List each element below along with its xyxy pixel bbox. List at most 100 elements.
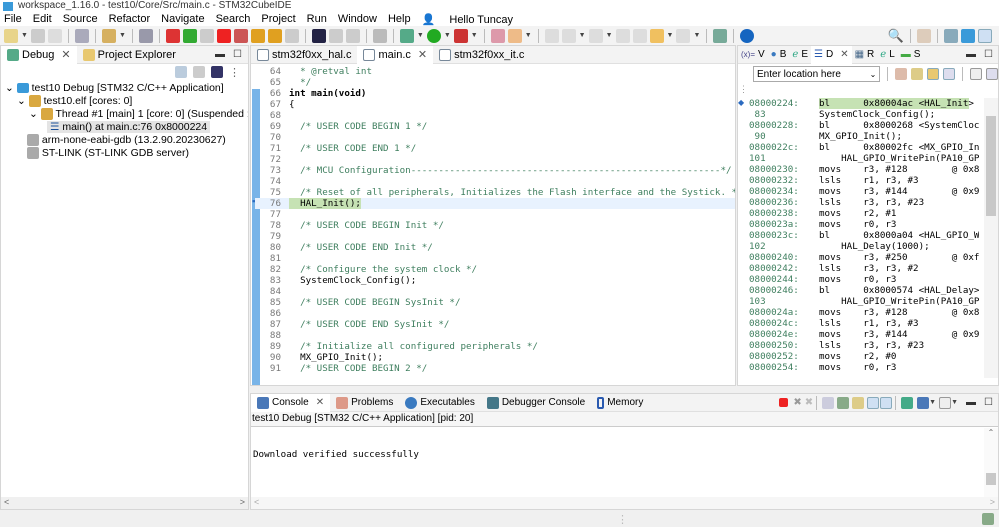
view-menu-icon[interactable]: ⋮ bbox=[229, 66, 240, 79]
menu-window[interactable]: Window bbox=[338, 13, 377, 25]
tab-main-c[interactable]: main.c✕ bbox=[357, 46, 433, 64]
step-over-icon[interactable] bbox=[268, 29, 282, 43]
tab-stm32f0xx-hal[interactable]: stm32f0xx_hal.c bbox=[251, 46, 357, 64]
close-icon[interactable]: ✕ bbox=[418, 48, 427, 61]
link-with-debug-icon[interactable] bbox=[927, 68, 939, 80]
tab-stm32f0xx-it[interactable]: stm32f0xx_it.c bbox=[433, 46, 530, 64]
cc-perspective-icon[interactable] bbox=[944, 29, 958, 43]
suspend-icon[interactable] bbox=[200, 29, 214, 43]
open-new-view-icon[interactable] bbox=[970, 68, 982, 80]
icon-misc-4[interactable] bbox=[633, 29, 647, 43]
tab-expressions[interactable]: ℯE bbox=[789, 46, 811, 64]
last-edit-icon[interactable] bbox=[616, 29, 630, 43]
run-icon[interactable] bbox=[427, 29, 441, 43]
icon-misc-1[interactable] bbox=[329, 29, 343, 43]
horizontal-scrollbar[interactable]: <> bbox=[1, 497, 248, 509]
remove-launch-icon[interactable]: ✖ bbox=[793, 397, 801, 408]
new-icon[interactable] bbox=[4, 29, 18, 43]
tab-project-explorer[interactable]: Project Explorer bbox=[77, 46, 182, 64]
step-return-icon-2[interactable] bbox=[285, 29, 299, 43]
tab-breakpoints[interactable]: ●B bbox=[768, 46, 790, 64]
icon-misc-2[interactable] bbox=[346, 29, 360, 43]
terminate-icon[interactable] bbox=[779, 398, 788, 407]
tab-registers[interactable]: ▦R bbox=[852, 46, 878, 64]
console-vertical-scrollbar[interactable]: ⌃ bbox=[984, 428, 998, 498]
info-icon[interactable] bbox=[740, 29, 754, 43]
minimize-icon[interactable]: ▬ bbox=[215, 49, 225, 60]
pin-editor-icon[interactable] bbox=[713, 29, 727, 43]
build-icon[interactable] bbox=[75, 29, 89, 43]
display-console-icon[interactable] bbox=[917, 397, 929, 409]
menu-edit[interactable]: Edit bbox=[33, 13, 52, 25]
next-annotation-icon[interactable] bbox=[562, 29, 576, 43]
forward-icon[interactable] bbox=[676, 29, 690, 43]
remove-all-icon[interactable]: ✖ bbox=[805, 397, 813, 408]
menu-help[interactable]: Help bbox=[388, 13, 411, 25]
tree-item-stlink[interactable]: ST-LINK (ST-LINK GDB server) bbox=[1, 147, 248, 160]
tab-executables[interactable]: Executables bbox=[399, 394, 480, 412]
show-source-icon[interactable] bbox=[943, 68, 955, 80]
disassembly-listing[interactable]: 08000224:bl 0x80004ac <HAL_Init> 83Syste… bbox=[749, 98, 979, 373]
tree-item-gdb[interactable]: arm-none-eabi-gdb (13.2.90.20230627) bbox=[1, 134, 248, 147]
tab-sfrs[interactable]: ▬S bbox=[898, 46, 924, 64]
vertical-scrollbar[interactable] bbox=[984, 98, 998, 378]
open-console-icon[interactable] bbox=[939, 397, 951, 409]
resume-icon[interactable] bbox=[183, 29, 197, 43]
remove-terminated-icon[interactable] bbox=[193, 66, 205, 78]
menu-refactor[interactable]: Refactor bbox=[109, 13, 151, 25]
prev-annotation-icon[interactable] bbox=[589, 29, 603, 43]
goto-pc-icon[interactable] bbox=[895, 68, 907, 80]
user-menu[interactable]: 👤 Hello Tuncay bbox=[422, 13, 524, 26]
pin-console-icon[interactable] bbox=[901, 397, 913, 409]
tree-item-launch[interactable]: ⌄ test10 Debug [STM32 C/C++ Application] bbox=[1, 82, 248, 95]
pin-view-icon[interactable] bbox=[986, 68, 998, 80]
restart-icon[interactable] bbox=[166, 29, 180, 43]
chevron-down-icon[interactable]: ⌄ bbox=[870, 70, 877, 79]
disconnect-icon[interactable] bbox=[234, 29, 248, 43]
menu-navigate[interactable]: Navigate bbox=[161, 13, 204, 25]
tree-item-elf[interactable]: ⌄ test10.elf [cores: 0] bbox=[1, 95, 248, 108]
step-return-icon[interactable] bbox=[102, 29, 116, 43]
close-icon[interactable]: ✕ bbox=[61, 48, 70, 61]
progress-icon[interactable] bbox=[982, 513, 994, 525]
tree-item-frame[interactable]: ☰ main() at main.c:76 0x8000224 bbox=[1, 121, 248, 134]
maximize-icon[interactable]: ☐ bbox=[233, 49, 242, 60]
search-icon[interactable]: 🔍 bbox=[888, 28, 904, 44]
tab-memory[interactable]: Memory bbox=[591, 394, 649, 412]
clear-console-icon[interactable] bbox=[822, 397, 834, 409]
save-icon[interactable] bbox=[31, 29, 45, 43]
show-on-stderr-icon[interactable] bbox=[880, 397, 892, 409]
console-horizontal-scrollbar[interactable]: <> bbox=[251, 497, 998, 509]
menu-search[interactable]: Search bbox=[216, 13, 251, 25]
close-icon[interactable]: ✕ bbox=[840, 49, 848, 60]
terminate-icon[interactable] bbox=[217, 29, 231, 43]
menu-file[interactable]: File bbox=[4, 13, 22, 25]
maximize-icon[interactable]: ☐ bbox=[984, 397, 993, 408]
instruction-step-icon[interactable] bbox=[211, 66, 223, 78]
close-icon[interactable]: ✕ bbox=[316, 397, 324, 408]
scroll-lock-icon[interactable] bbox=[837, 397, 849, 409]
minimize-icon[interactable]: ▬ bbox=[966, 397, 976, 408]
home-icon[interactable] bbox=[911, 68, 923, 80]
annotation-icon[interactable] bbox=[545, 29, 559, 43]
menu-project[interactable]: Project bbox=[261, 13, 295, 25]
menu-source[interactable]: Source bbox=[63, 13, 98, 25]
mx-perspective-icon[interactable] bbox=[961, 29, 975, 43]
tab-debug[interactable]: Debug✕ bbox=[1, 46, 77, 64]
debug-perspective-icon[interactable] bbox=[978, 29, 992, 43]
menu-run[interactable]: Run bbox=[307, 13, 327, 25]
minimize-icon[interactable]: ▬ bbox=[966, 49, 976, 60]
search-tool-icon[interactable] bbox=[508, 29, 522, 43]
tab-variables[interactable]: (x)=V bbox=[738, 46, 768, 64]
show-on-stdout-icon[interactable] bbox=[867, 397, 879, 409]
debug-icon[interactable] bbox=[400, 29, 414, 43]
code-area[interactable]: 64 * @retval int65 */66int main(void)67{… bbox=[255, 66, 735, 374]
instruction-stepping-icon[interactable] bbox=[312, 29, 326, 43]
tab-disassembly[interactable]: ☰D✕ bbox=[811, 46, 852, 64]
console-output[interactable]: Download verified successfully bbox=[253, 449, 419, 460]
tab-live-expressions[interactable]: ℯL bbox=[877, 46, 897, 64]
word-wrap-icon[interactable] bbox=[852, 397, 864, 409]
tree-item-thread[interactable]: ⌄ Thread #1 [main] 1 [core: 0] (Suspende… bbox=[1, 108, 248, 121]
step-into-icon[interactable] bbox=[251, 29, 265, 43]
tab-debugger-console[interactable]: Debugger Console bbox=[481, 394, 591, 412]
